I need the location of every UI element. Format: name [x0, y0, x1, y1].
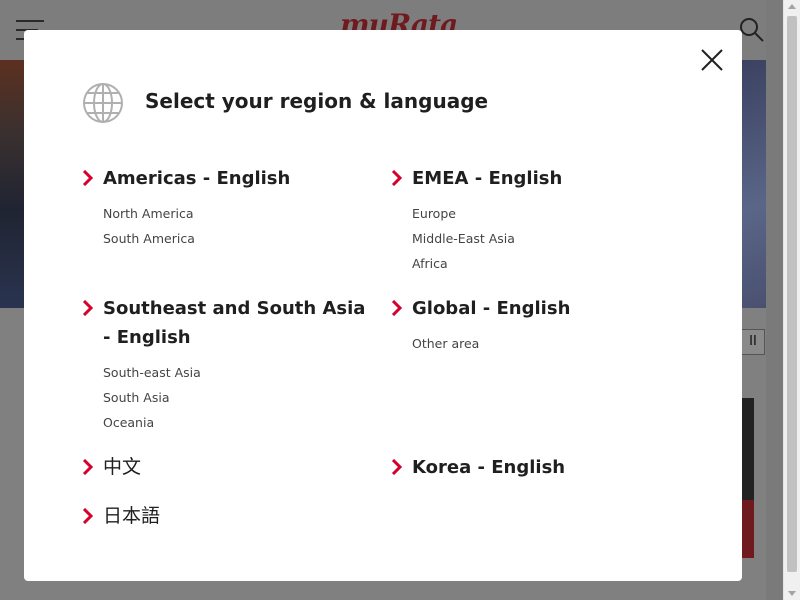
scroll-up-icon[interactable]: [788, 4, 796, 9]
region-link-global[interactable]: Global - English: [391, 294, 570, 323]
scroll-thumb[interactable]: [787, 16, 797, 572]
subregion-link[interactable]: Africa: [412, 251, 562, 276]
pause-button[interactable]: II: [741, 329, 765, 355]
chevron-right-icon: [391, 170, 403, 186]
subregion-link[interactable]: South America: [103, 226, 290, 251]
region-title: 日本語: [103, 505, 161, 527]
region-title: Global - English: [412, 298, 571, 319]
region-emea: EMEA - English Europe Middle-East Asia A…: [391, 164, 562, 276]
chevron-right-icon: [391, 300, 403, 316]
region-title: 中文: [103, 456, 142, 478]
region-title: Americas - English: [103, 168, 291, 189]
region-americas: Americas - English North America South A…: [82, 164, 290, 251]
region-title: Southeast and South Asia - English: [103, 298, 366, 348]
close-icon[interactable]: [700, 48, 724, 72]
search-icon[interactable]: [738, 16, 766, 44]
region-japanese: 日本語: [82, 502, 160, 531]
subregion-link[interactable]: South-east Asia: [103, 360, 372, 385]
chevron-right-icon: [82, 508, 94, 524]
chevron-right-icon: [82, 459, 94, 475]
subregion-link[interactable]: Oceania: [103, 410, 372, 435]
chevron-right-icon: [82, 300, 94, 316]
region-link-japanese[interactable]: 日本語: [82, 502, 160, 531]
region-title: Korea - English: [412, 457, 566, 478]
content-card-accent: [742, 500, 754, 558]
subregion-link[interactable]: Middle-East Asia: [412, 226, 562, 251]
region-link-chinese[interactable]: 中文: [82, 453, 141, 482]
subregion-link[interactable]: North America: [103, 201, 290, 226]
scroll-down-icon[interactable]: [788, 591, 796, 596]
region-language-modal: Select your region & language Americas -…: [24, 30, 742, 581]
chevron-right-icon: [82, 170, 94, 186]
chevron-right-icon: [391, 459, 403, 475]
subregion-link[interactable]: Other area: [412, 331, 570, 356]
globe-icon: [83, 83, 123, 123]
page-scrollbar[interactable]: [783, 0, 800, 600]
region-chinese: 中文: [82, 453, 141, 482]
region-link-korea[interactable]: Korea - English: [391, 453, 565, 482]
region-korea: Korea - English: [391, 453, 565, 482]
region-link-emea[interactable]: EMEA - English: [391, 164, 562, 193]
region-title: EMEA - English: [412, 168, 563, 189]
region-global: Global - English Other area: [391, 294, 570, 356]
modal-title: Select your region & language: [145, 89, 489, 113]
subregion-link[interactable]: Europe: [412, 201, 562, 226]
region-link-americas[interactable]: Americas - English: [82, 164, 290, 193]
region-southeast-south-asia: Southeast and South Asia - English South…: [82, 294, 372, 435]
subregion-link[interactable]: South Asia: [103, 385, 372, 410]
region-link-southeast-south-asia[interactable]: Southeast and South Asia - English: [82, 294, 372, 352]
